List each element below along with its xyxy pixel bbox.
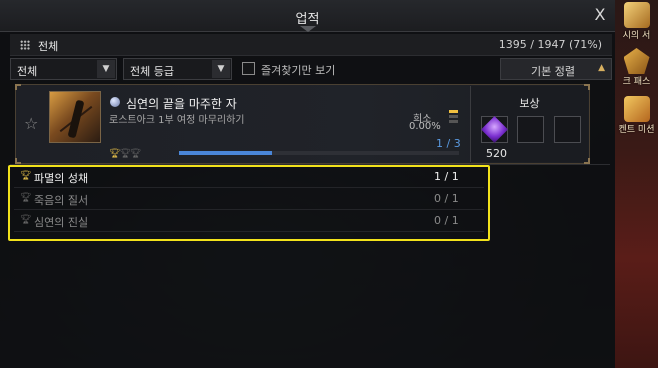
sub-achievement-count: 1 / 1 [434, 170, 459, 183]
side-menu-item-mission[interactable]: 켄트 미션 [615, 96, 658, 135]
favorites-only-checkbox[interactable] [242, 62, 255, 75]
progress-fill [179, 151, 273, 155]
sort-label: 기본 정렬 [531, 65, 575, 78]
sub-achievement-list: 🏆︎ 파멸의 성채 1 / 1 🏆︎ 죽음의 질서 0 / 1 🏆︎ 심연의 진… [14, 166, 484, 232]
pass-icon [623, 48, 650, 74]
category-label: 전체 [38, 40, 59, 53]
rarity-percent: 0.00% [409, 121, 441, 132]
category-dropdown[interactable]: 전체 ▼ [10, 58, 117, 80]
favorites-only-label[interactable]: 즐겨찾기만 보기 [261, 62, 335, 78]
grade-dropdown-value: 전체 등급 [130, 65, 174, 78]
side-menu: 시의 서 크 패스 켄트 미션 [615, 0, 658, 368]
window-title: 업적 [295, 12, 320, 27]
reward-title: 보상 [519, 97, 540, 110]
achievement-portrait [49, 91, 101, 143]
side-menu-item-pass[interactable]: 크 패스 [615, 48, 658, 87]
reward-slot-empty [517, 116, 544, 143]
list-item[interactable]: 🏆︎ 파멸의 성채 1 / 1 [14, 166, 484, 188]
filter-bar: 전체 ▼ 전체 등급 ▼ 즐겨찾기만 보기 기본 정렬 ▲ [10, 58, 612, 80]
gift-icon [623, 96, 650, 122]
achievement-progress-count: 1 / 3 [436, 137, 461, 150]
chevron-down-icon: ▼ [97, 60, 115, 78]
reward-slot-empty [554, 116, 581, 143]
sort-dropdown[interactable]: 기본 정렬 ▲ [500, 58, 612, 80]
sub-achievement-count: 0 / 1 [434, 192, 459, 205]
trophy-icon: 🏆︎ [20, 171, 32, 181]
divider [10, 164, 610, 165]
trophy-icon: 🏆︎ [20, 215, 32, 225]
achievement-title: 심연의 끝을 마주한 자 [126, 97, 237, 111]
reward-slot[interactable] [481, 116, 508, 143]
trophy-icon: 🏆︎ [20, 193, 32, 203]
list-item[interactable]: 🏆︎ 심연의 진실 0 / 1 [14, 210, 484, 232]
side-menu-label: 크 패스 [622, 77, 651, 87]
rarity-bars-icon [449, 110, 459, 125]
sub-achievement-name: 파멸의 성채 [34, 172, 89, 185]
sub-achievement-name: 죽음의 질서 [34, 194, 89, 207]
trophy-icon: 🏆︎ [119, 149, 130, 159]
title-bar: 업적 X [0, 0, 615, 32]
achievement-progress-bar [179, 151, 459, 155]
close-button[interactable]: X [590, 5, 610, 25]
trophy-icon: 🏆︎ [129, 149, 141, 159]
trophy-icon: 🏆︎ [109, 149, 120, 159]
category-progress: 1395 / 1947 (71%) [498, 38, 602, 51]
chevron-down-icon: ▼ [212, 60, 230, 78]
grid-icon [20, 40, 30, 50]
grade-dropdown[interactable]: 전체 등급 ▼ [123, 58, 232, 80]
side-menu-label: 켄트 미션 [618, 125, 655, 135]
side-menu-item-book[interactable]: 시의 서 [615, 2, 658, 41]
category-bar[interactable]: 전체 1395 / 1947 (71%) [10, 34, 612, 56]
book-icon [623, 2, 650, 28]
achievement-description: 로스트아크 1부 여정 마무리하기 [109, 115, 245, 126]
side-menu-label: 시의 서 [622, 31, 651, 41]
achievement-type-icon [110, 97, 120, 107]
category-dropdown-value: 전체 [17, 65, 38, 78]
sub-achievement-name: 심연의 진실 [34, 216, 89, 229]
chevron-up-icon: ▲ [598, 63, 605, 73]
purple-gem-icon [481, 116, 508, 143]
list-item[interactable]: 🏆︎ 죽음의 질서 0 / 1 [14, 188, 484, 210]
favorite-star-icon[interactable]: ☆ [24, 114, 38, 133]
sub-achievement-count: 0 / 1 [434, 214, 459, 227]
card-corner [15, 84, 21, 90]
title-notch-icon [300, 26, 316, 34]
trophy-progress: 🏆︎🏆︎🏆︎ [109, 149, 141, 159]
reward-count: 520 [486, 147, 507, 160]
achievement-window: 업적 X 전체 1395 / 1947 (71%) 전체 ▼ 전체 등급 ▼ 즐… [0, 0, 615, 368]
